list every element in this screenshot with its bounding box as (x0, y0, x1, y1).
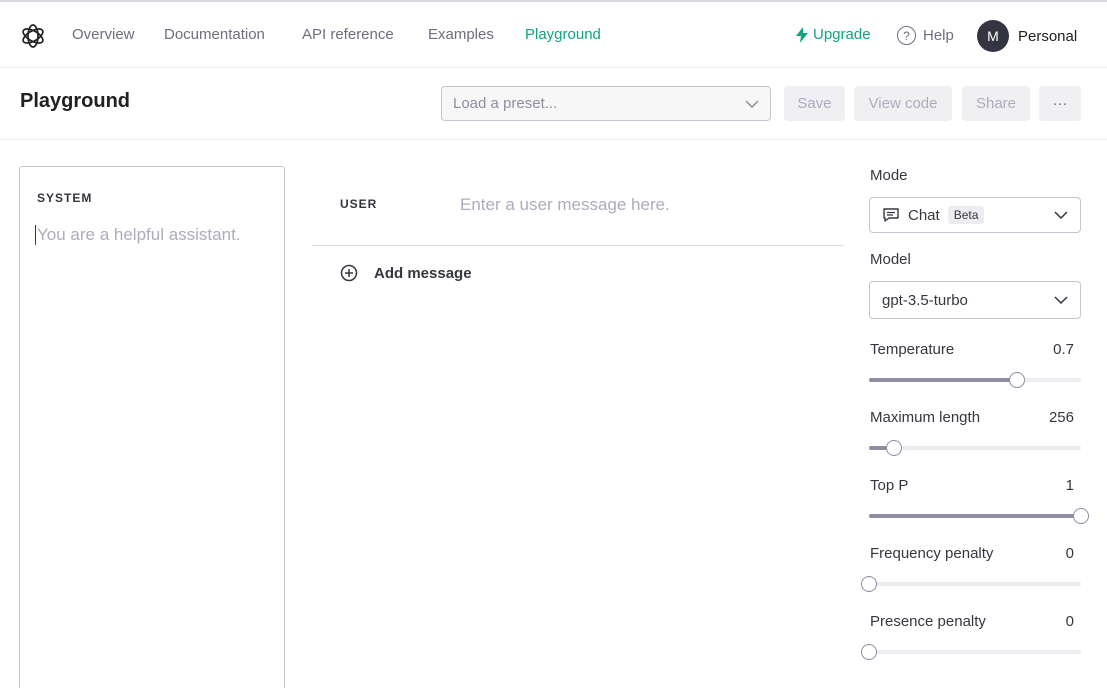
mode-label: Mode (870, 167, 908, 184)
presence-penalty-label: Presence penalty (870, 613, 986, 630)
maximum-length-slider[interactable] (869, 440, 1081, 456)
frequency-penalty-slider[interactable] (861, 576, 1081, 592)
presence-penalty-slider[interactable] (861, 644, 1081, 660)
help-link[interactable]: ? Help (897, 26, 954, 45)
maximum-length-value[interactable]: 256 (1049, 409, 1074, 426)
system-panel: SYSTEM You are a helpful assistant. (19, 166, 285, 688)
share-button[interactable]: Share (962, 86, 1030, 121)
frequency-penalty-value[interactable]: 0 (1066, 545, 1074, 562)
model-select[interactable]: gpt-3.5-turbo (869, 281, 1081, 319)
view-code-button[interactable]: View code (854, 86, 952, 121)
nav-link-api-reference[interactable]: API reference (302, 26, 394, 43)
system-label: SYSTEM (37, 191, 93, 205)
add-message-label: Add message (374, 264, 472, 282)
nav-link-examples[interactable]: Examples (428, 26, 494, 43)
more-options-button[interactable]: ··· (1039, 86, 1081, 121)
message-divider (312, 245, 843, 246)
lightning-icon (796, 26, 808, 43)
top-navigation: Overview Documentation API reference Exa… (0, 0, 1107, 68)
help-icon: ? (897, 26, 916, 45)
nav-link-playground[interactable]: Playground (525, 26, 601, 43)
avatar: M (977, 20, 1009, 52)
playground-header: Playground Load a preset... Save View co… (0, 68, 1107, 140)
top-p-slider[interactable] (869, 508, 1089, 524)
account-menu[interactable]: M Personal (977, 20, 1077, 52)
user-message-input[interactable]: Enter a user message here. (460, 195, 670, 215)
frequency-penalty-label: Frequency penalty (870, 545, 994, 562)
chevron-down-icon (745, 99, 759, 108)
mode-select[interactable]: Chat Beta (869, 197, 1081, 233)
help-label: Help (923, 27, 954, 44)
slider-thumb[interactable] (861, 644, 877, 660)
nav-link-overview[interactable]: Overview (72, 26, 135, 43)
model-label: Model (870, 251, 911, 268)
preset-placeholder: Load a preset... (453, 95, 558, 112)
slider-thumb[interactable] (1073, 508, 1089, 524)
beta-badge: Beta (947, 206, 985, 224)
model-value: gpt-3.5-turbo (882, 291, 968, 309)
account-name: Personal (1018, 27, 1078, 45)
add-message-button[interactable]: Add message (340, 264, 472, 282)
nav-link-documentation[interactable]: Documentation (164, 26, 265, 43)
temperature-label: Temperature (870, 341, 955, 358)
slider-thumb[interactable] (1009, 372, 1026, 388)
maximum-length-label: Maximum length (870, 409, 981, 426)
preset-select[interactable]: Load a preset... (441, 86, 771, 121)
system-message-input[interactable]: You are a helpful assistant. (35, 225, 275, 245)
openai-logo-icon[interactable] (19, 22, 47, 50)
upgrade-link[interactable]: Upgrade (795, 26, 871, 43)
slider-thumb[interactable] (886, 440, 903, 456)
presence-penalty-value[interactable]: 0 (1066, 613, 1074, 630)
plus-circle-icon (340, 264, 358, 282)
mode-value: Chat (908, 206, 940, 224)
slider-thumb[interactable] (861, 576, 877, 592)
temperature-slider[interactable] (869, 372, 1081, 388)
top-p-label: Top P (870, 477, 909, 494)
upgrade-label: Upgrade (813, 26, 871, 43)
top-p-value[interactable]: 1 (1066, 477, 1074, 494)
temperature-value[interactable]: 0.7 (1053, 341, 1074, 358)
chevron-down-icon (1054, 296, 1068, 304)
chevron-down-icon (1054, 211, 1068, 219)
save-button[interactable]: Save (784, 86, 845, 121)
page-title: Playground (20, 90, 131, 112)
user-role-label[interactable]: USER (340, 197, 377, 211)
chat-bubble-icon (883, 208, 899, 222)
